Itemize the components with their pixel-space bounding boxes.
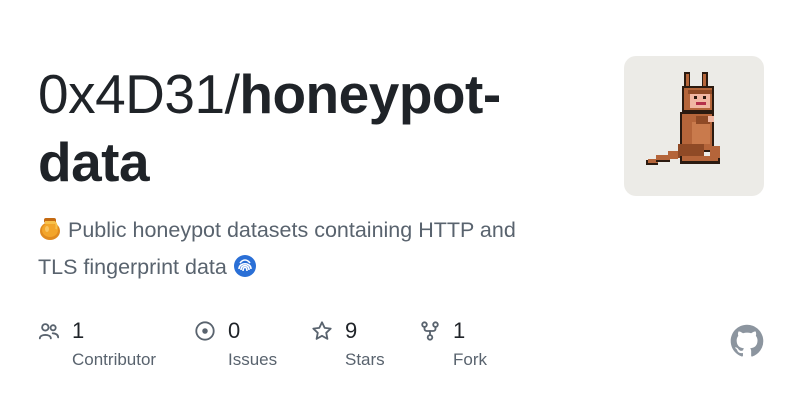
stars-count: 9 <box>345 318 358 343</box>
repo-title[interactable]: 0x4D31/honeypot-data <box>38 60 598 196</box>
issues-label: Issues <box>228 350 278 369</box>
stat-stars[interactable]: 9 Stars <box>311 318 421 378</box>
kangaroo-pixel-art-icon <box>646 72 720 165</box>
forks-count: 1 <box>453 318 466 343</box>
stars-label: Stars <box>345 350 385 369</box>
contributors-count: 1 <box>72 318 85 343</box>
description-line1: Public honeypot datasets containing HTTP… <box>67 218 516 242</box>
owner-avatar[interactable] <box>624 56 764 196</box>
repo-social-card: 0x4D31/honeypot-data Public honeypot dat… <box>0 0 800 419</box>
repo-name-line1[interactable]: honeypot- <box>239 63 501 125</box>
repo-name-line2[interactable]: data <box>38 131 150 193</box>
honey-pot-icon <box>38 215 62 251</box>
fingerprint-icon <box>233 254 257 288</box>
issue-opened-icon <box>194 320 216 342</box>
people-icon <box>38 320 60 342</box>
stat-contributors[interactable]: 1 Contributor <box>38 318 178 378</box>
repo-description: Public honeypot datasets containing HTTP… <box>38 214 598 288</box>
description-line2: TLS fingerprint data <box>38 255 227 279</box>
repo-owner[interactable]: 0x4D31/ <box>38 63 240 125</box>
forks-label: Fork <box>453 350 487 369</box>
star-icon <box>311 320 333 342</box>
stat-issues[interactable]: 0 Issues <box>194 318 314 378</box>
stat-forks[interactable]: 1 Fork <box>419 318 529 378</box>
issues-count: 0 <box>228 318 241 343</box>
repo-forked-icon <box>419 320 441 342</box>
github-mark-icon[interactable] <box>730 324 764 358</box>
contributors-label: Contributor <box>72 350 157 369</box>
